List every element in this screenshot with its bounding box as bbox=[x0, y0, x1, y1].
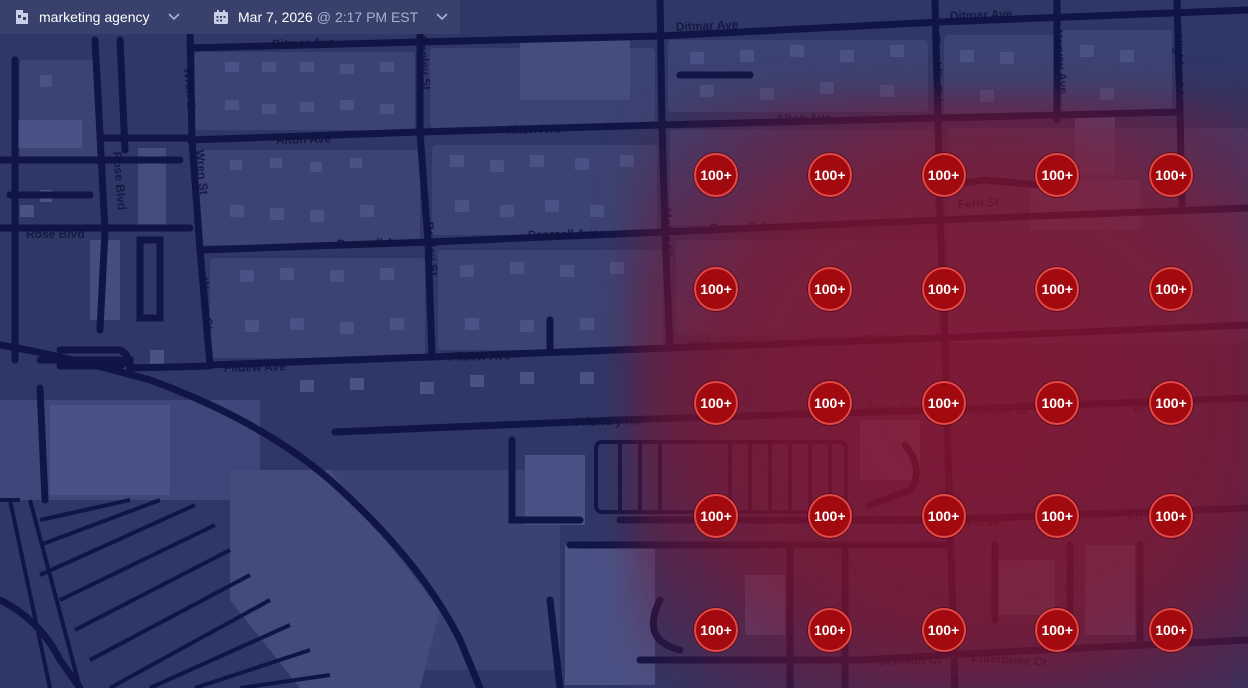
street-label: Fremont St bbox=[964, 403, 1028, 419]
map[interactable]: Ditmar Ave Ditmar Ave Ditmar Ave Alton A… bbox=[0, 0, 1248, 688]
street-label: Friendly Rd bbox=[575, 413, 641, 429]
rank-pin[interactable]: 100+ bbox=[1149, 153, 1193, 197]
rank-pin[interactable]: 100+ bbox=[1149, 494, 1193, 539]
rank-pin[interactable]: 100+ bbox=[694, 380, 738, 425]
street-label: Rose Blvd bbox=[26, 227, 85, 241]
street-label: Fildew Ave bbox=[862, 331, 924, 347]
rank-pin[interactable]: 100+ bbox=[1035, 153, 1080, 197]
rank-pin[interactable]: 100+ bbox=[807, 380, 852, 425]
chevron-down-icon bbox=[167, 13, 180, 21]
street-label: Ditmar Ave bbox=[676, 17, 739, 34]
street-label: Ditmar Ave bbox=[950, 7, 1013, 23]
rank-pin[interactable]: 100+ bbox=[921, 153, 966, 197]
street-label: Fildew Ave bbox=[449, 348, 511, 364]
street-label: Ditmar Ave bbox=[272, 35, 335, 51]
rank-pin[interactable]: 100+ bbox=[921, 380, 966, 425]
street-label: Pearsall Ave bbox=[710, 219, 781, 235]
top-toolbar: marketing agency Mar 7, 2026 @ 2:17 PM E… bbox=[0, 0, 460, 34]
street-label: Franklin Rd bbox=[940, 428, 956, 494]
time-text: 2:17 PM EST bbox=[334, 9, 419, 25]
rank-pin[interactable]: 100+ bbox=[694, 608, 738, 652]
rank-pin[interactable]: 100+ bbox=[921, 266, 966, 311]
street-label: Fildew Ave bbox=[689, 337, 751, 353]
street-label: Fr bbox=[1133, 401, 1145, 415]
rank-pin[interactable]: 100+ bbox=[1035, 380, 1080, 425]
rank-pin[interactable]: 100+ bbox=[1149, 266, 1193, 311]
street-label: Alton Ave bbox=[776, 111, 832, 126]
street-label: Highland Ave bbox=[1171, 35, 1188, 112]
date-selector[interactable]: Mar 7, 2026 @ 2:17 PM EST bbox=[183, 0, 448, 34]
rank-pin[interactable]: 100+ bbox=[807, 266, 852, 311]
street-label: Motor St bbox=[660, 208, 676, 257]
street-label: Alton Ave bbox=[506, 122, 562, 137]
street-map: Ditmar Ave Ditmar Ave Ditmar Ave Alton A… bbox=[0, 0, 1248, 688]
rank-pin[interactable]: 100+ bbox=[1149, 380, 1193, 425]
business-icon bbox=[16, 10, 28, 24]
rank-pin[interactable]: 100+ bbox=[807, 608, 852, 652]
rank-pin[interactable]: 100+ bbox=[807, 153, 852, 197]
street-label: Friendly bbox=[868, 401, 915, 416]
rank-pin[interactable]: 100+ bbox=[1149, 608, 1193, 652]
street-label: Pearsall Ave bbox=[337, 235, 408, 251]
date-text: Mar 7, 2026 bbox=[238, 9, 313, 25]
street-label: Fildew Ave bbox=[224, 359, 286, 375]
business-selector[interactable]: marketing agency bbox=[0, 0, 183, 34]
rank-pin[interactable]: 100+ bbox=[1035, 608, 1080, 652]
rank-pin[interactable]: 100+ bbox=[694, 266, 738, 311]
street-label: Fern St bbox=[957, 195, 999, 211]
street-label: Pearsall Ave bbox=[528, 226, 599, 242]
rank-pin[interactable]: 100+ bbox=[921, 494, 966, 539]
street-label: Fu bbox=[1128, 509, 1143, 523]
rank-pin[interactable]: 100+ bbox=[807, 494, 852, 539]
street-label: Furse bbox=[967, 515, 1000, 529]
chevron-down-icon bbox=[436, 13, 448, 21]
street-label: Alton Ave bbox=[276, 132, 332, 147]
calendar-icon bbox=[214, 10, 228, 24]
rank-pin[interactable]: 100+ bbox=[921, 608, 966, 652]
business-name: marketing agency bbox=[39, 9, 150, 25]
street-label: Franklin Rd bbox=[929, 36, 945, 102]
street-label: F bbox=[950, 675, 957, 688]
at-symbol: @ bbox=[316, 9, 331, 25]
street-label: Denison Ct bbox=[878, 652, 942, 668]
rank-pin[interactable]: 100+ bbox=[1035, 266, 1080, 311]
rank-pin[interactable]: 100+ bbox=[694, 494, 738, 539]
rank-pin[interactable]: 100+ bbox=[694, 153, 738, 197]
